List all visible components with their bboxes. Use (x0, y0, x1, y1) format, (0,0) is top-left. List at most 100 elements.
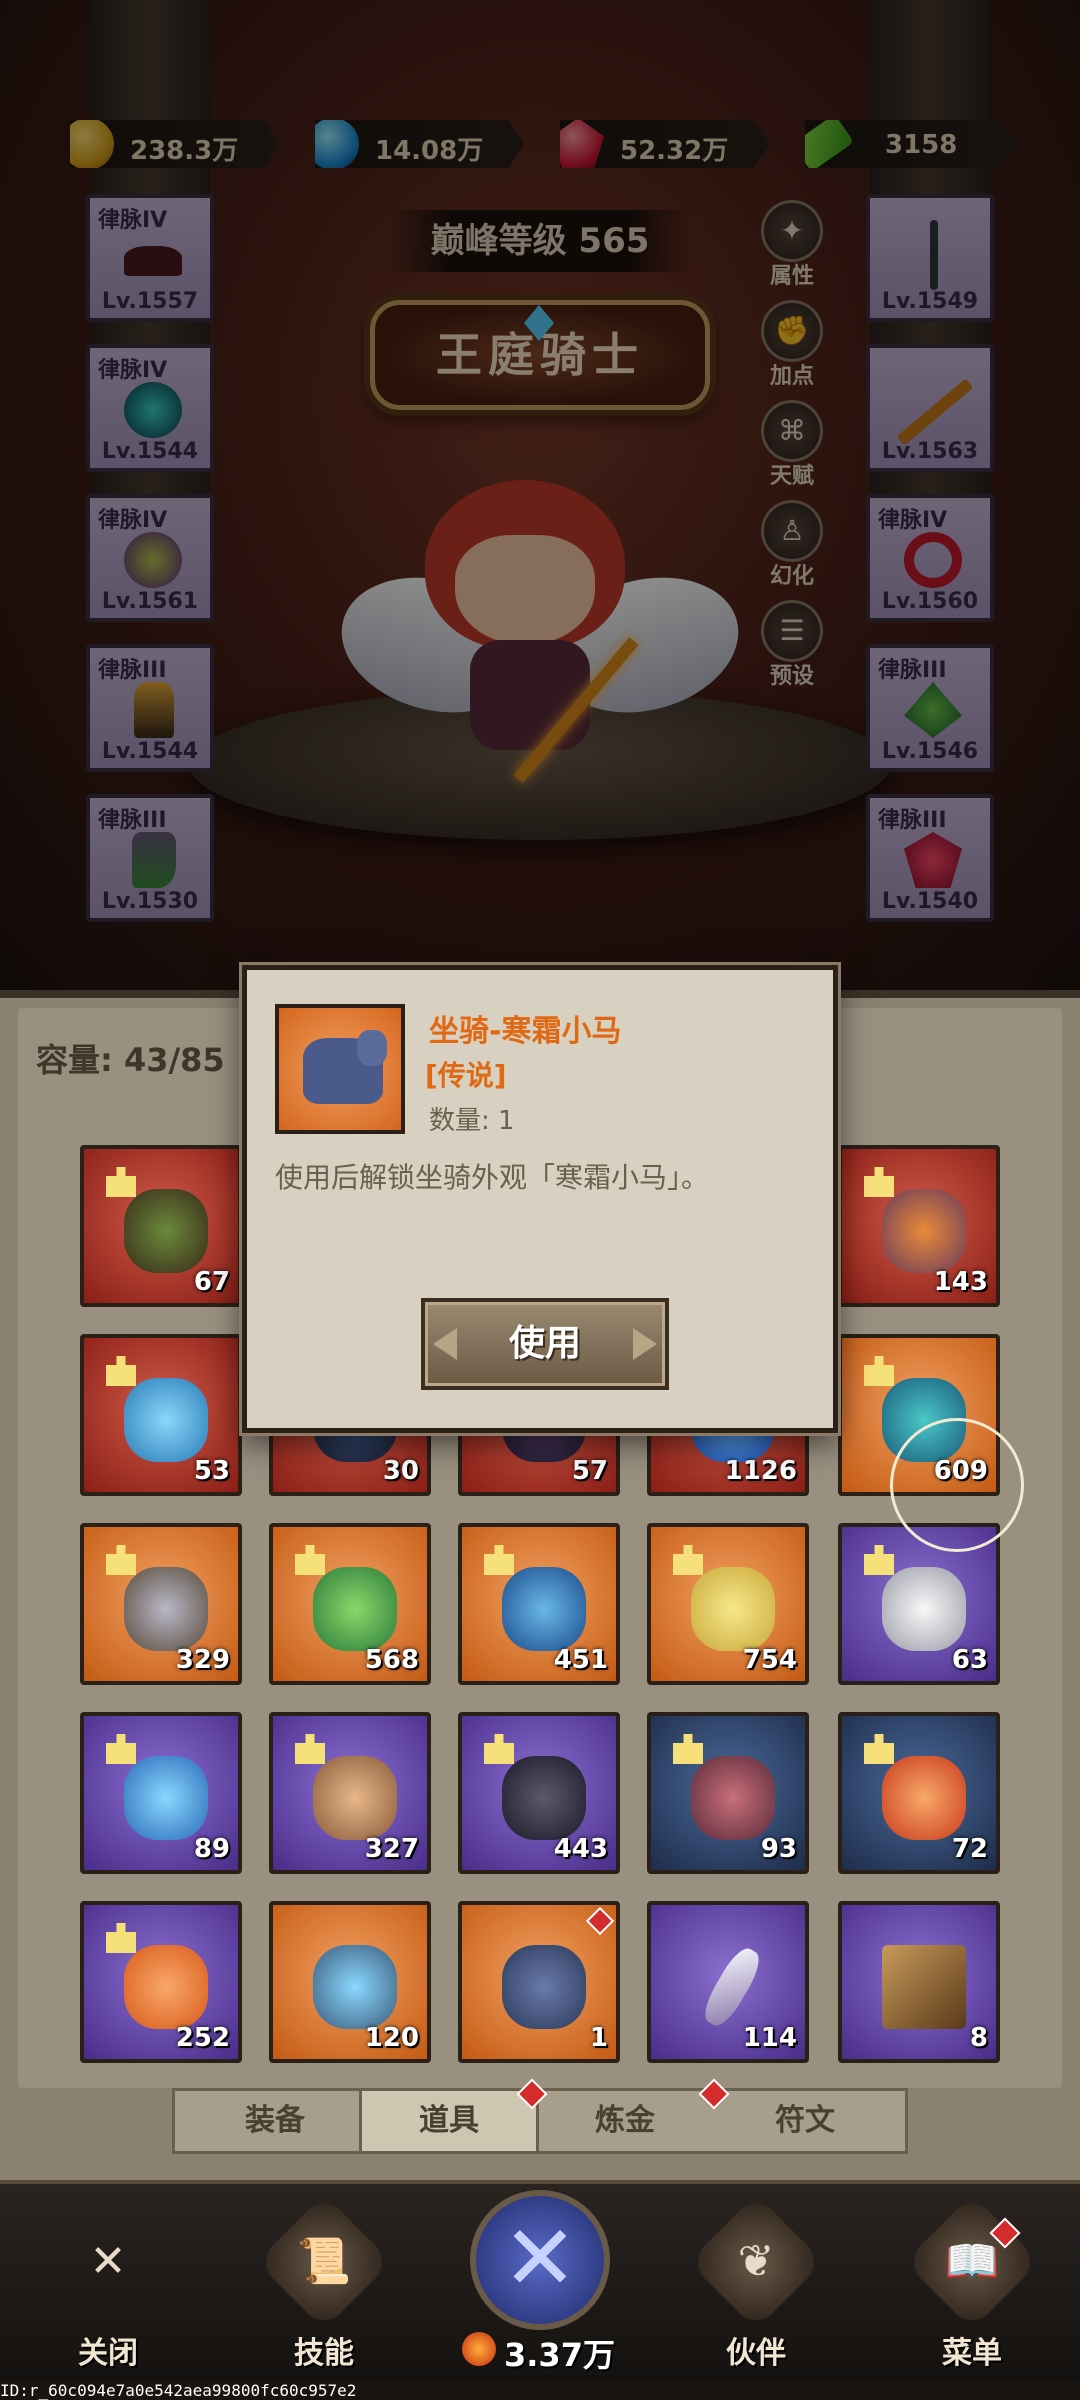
red-gem-icon (904, 832, 962, 888)
equip-slot-left-3[interactable]: 律脉IV Lv.1561 (86, 494, 214, 622)
equip-level: Lv.1540 (881, 889, 979, 914)
partner-label: 伙伴 (726, 2336, 786, 2371)
item-quantity: 568 (364, 1645, 419, 1675)
item-quantity: 451 (553, 1645, 608, 1675)
close-button[interactable]: ✕ 关闭 (38, 2214, 178, 2374)
puzzle-piece-icon (673, 1545, 703, 1575)
equip-slot-left-2[interactable]: 律脉IV Lv.1544 (86, 344, 214, 472)
transmog-button[interactable]: ♙ 幻化 (756, 500, 828, 590)
frost-pony-icon (502, 1945, 586, 2029)
close-label: 关闭 (78, 2336, 138, 2371)
crossed-swords-close-icon: ✕ (89, 2236, 127, 2287)
skills-button[interactable]: 📜 技能 (254, 2194, 394, 2374)
item-quantity: 114 (742, 2023, 797, 2053)
hero-character[interactable] (326, 460, 754, 790)
gold-currency[interactable]: 238.3万 (70, 120, 280, 168)
tome-icon (882, 1945, 966, 2029)
puzzle-piece-icon (106, 1734, 136, 1764)
inventory-item[interactable]: 114 (647, 1901, 809, 2063)
menu-button[interactable]: 📖 菜单 (902, 2194, 1042, 2374)
talent-tree-icon: ⌘ (761, 400, 823, 462)
equip-slot-left-4[interactable]: 律脉III Lv.1544 (86, 644, 214, 772)
item-quantity: 143 (933, 1267, 988, 1297)
battle-power-button[interactable]: ✕ 3.37万 (440, 2180, 640, 2380)
inventory-item[interactable]: 53 (80, 1334, 242, 1496)
puzzle-piece-icon (106, 1545, 136, 1575)
equip-slot-left-5[interactable]: 律脉III Lv.1530 (86, 794, 214, 922)
equip-slot-right-1[interactable]: Lv.1549 (866, 194, 994, 322)
equip-name: 律脉III (878, 658, 947, 683)
item-quantity: 89 (193, 1834, 230, 1864)
tab-equipment[interactable]: 装备 (185, 2091, 365, 2151)
arrow-icon (896, 378, 974, 446)
inventory-item[interactable]: 93 (647, 1712, 809, 1874)
add-points-label: 加点 (769, 364, 814, 389)
equip-level: Lv.1561 (101, 589, 199, 614)
equip-name: 律脉III (878, 808, 947, 833)
inventory-item[interactable]: 329 (80, 1523, 242, 1685)
green-amulet-icon (904, 682, 962, 738)
battle-power-value: 3.37万 (504, 2336, 615, 2374)
partner-button[interactable]: ❦ 伙伴 (686, 2194, 826, 2374)
inventory-item[interactable]: 327 (269, 1712, 431, 1874)
item-description: 使用后解锁坐骑外观「寒霜小马」。 (275, 1161, 710, 1194)
equip-slot-right-3[interactable]: 律脉IV Lv.1560 (866, 494, 994, 622)
equip-slot-left-1[interactable]: 律脉IV Lv.1557 (86, 194, 214, 322)
shark-pet-icon (124, 1378, 208, 1462)
menu-label: 菜单 (942, 2336, 1002, 2371)
attributes-button[interactable]: ✦ 属性 (756, 200, 828, 290)
inventory-item[interactable]: 89 (80, 1712, 242, 1874)
inventory-item[interactable]: 8 (838, 1901, 1000, 2063)
inventory-item[interactable]: 120 (269, 1901, 431, 2063)
puzzle-piece-icon (484, 1545, 514, 1575)
equip-level: Lv.1563 (881, 439, 979, 464)
equip-slot-right-4[interactable]: 律脉III Lv.1546 (866, 644, 994, 772)
ruby-value: 52.32万 (620, 136, 729, 166)
item-quantity: 329 (175, 1645, 230, 1675)
horse-head-icon (357, 1030, 387, 1066)
hero-scene: 238.3万 14.08万 52.32万 3158 巅峰等级 565 王庭骑士 … (0, 0, 1080, 990)
inventory-item[interactable]: 143 (838, 1145, 1000, 1307)
item-quantity: 754 (742, 1645, 797, 1675)
blue-gem-currency[interactable]: 14.08万 (315, 120, 525, 168)
preset-button[interactable]: ☰ 预设 (756, 600, 828, 690)
ring-icon (904, 532, 962, 588)
inventory-item[interactable]: 72 (838, 1712, 1000, 1874)
puzzle-piece-icon (864, 1356, 894, 1386)
use-button[interactable]: 使用 (421, 1298, 669, 1390)
talent-button[interactable]: ⌘ 天赋 (756, 400, 828, 490)
inventory-item[interactable]: 568 (269, 1523, 431, 1685)
add-points-button[interactable]: ✊ 加点 (756, 300, 828, 390)
inventory-item[interactable]: 443 (458, 1712, 620, 1874)
tab-runes[interactable]: 符文 (715, 2091, 895, 2151)
equip-level: Lv.1557 (101, 289, 199, 314)
gauntlet-icon (134, 682, 174, 738)
inventory-item[interactable]: 754 (647, 1523, 809, 1685)
imp-pet-icon (502, 1756, 586, 1840)
session-id: ID:r_60c094e7a0e542aea99800fc60c957e2 (0, 2381, 357, 2400)
preset-sliders-icon: ☰ (761, 600, 823, 662)
inventory-item[interactable]: 67 (80, 1145, 242, 1307)
fist-icon: ✊ (761, 300, 823, 362)
inventory-item[interactable]: 1 (458, 1901, 620, 2063)
cash-currency[interactable]: 3158 (805, 120, 1015, 168)
equip-slot-right-2[interactable]: Lv.1563 (866, 344, 994, 472)
hero-face (455, 535, 595, 645)
peak-level-banner: 巅峰等级 565 (390, 210, 690, 272)
attribute-icon: ✦ (761, 200, 823, 262)
tab-items[interactable]: 道具 (359, 2088, 539, 2154)
tap-indicator-ring (890, 1418, 1024, 1552)
equip-name: 律脉IV (98, 508, 168, 533)
item-quantity: 63 (951, 1645, 988, 1675)
bear-pet-icon (313, 1756, 397, 1840)
item-quantity-text: 数量: 1 (429, 1106, 515, 1136)
item-quantity: 57 (571, 1456, 608, 1486)
ruby-currency[interactable]: 52.32万 (560, 120, 770, 168)
inventory-item[interactable]: 451 (458, 1523, 620, 1685)
inventory-item[interactable]: 252 (80, 1901, 242, 2063)
item-quantity: 120 (364, 2023, 419, 2053)
tab-alchemy[interactable]: 炼金 (535, 2091, 715, 2151)
equip-slot-right-5[interactable]: 律脉III Lv.1540 (866, 794, 994, 922)
skills-label: 技能 (294, 2336, 354, 2371)
puzzle-piece-icon (864, 1545, 894, 1575)
